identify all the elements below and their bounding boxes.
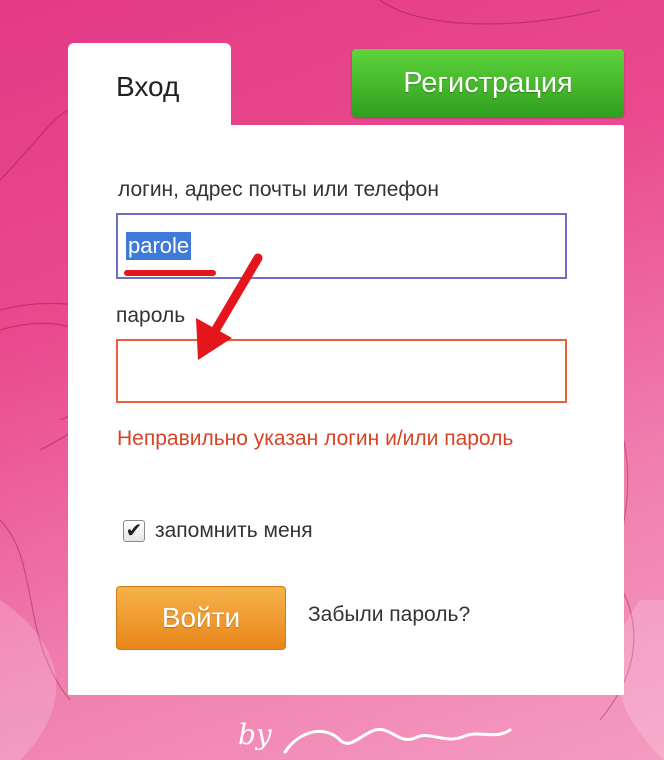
login-field-label: логин, адрес почты или телефон	[118, 178, 439, 201]
submit-button[interactable]: Войти	[116, 586, 286, 650]
register-button[interactable]: Регистрация	[352, 49, 624, 117]
remember-checkbox[interactable]: ✔	[123, 520, 145, 542]
password-field-label: пароль	[116, 304, 186, 327]
remember-label: запомнить меня	[155, 519, 313, 542]
signature-logo	[283, 727, 512, 754]
tab-login-label: Вход	[116, 71, 180, 102]
remember-me[interactable]: ✔ запомнить меня	[123, 519, 313, 543]
error-message: Неправильно указан логин и/или пароль	[117, 427, 514, 450]
tab-login[interactable]: Вход	[68, 43, 231, 133]
check-icon: ✔	[125, 520, 143, 542]
red-arrow-icon	[196, 253, 263, 360]
forgot-password-link[interactable]: Забыли пароль?	[308, 603, 470, 627]
